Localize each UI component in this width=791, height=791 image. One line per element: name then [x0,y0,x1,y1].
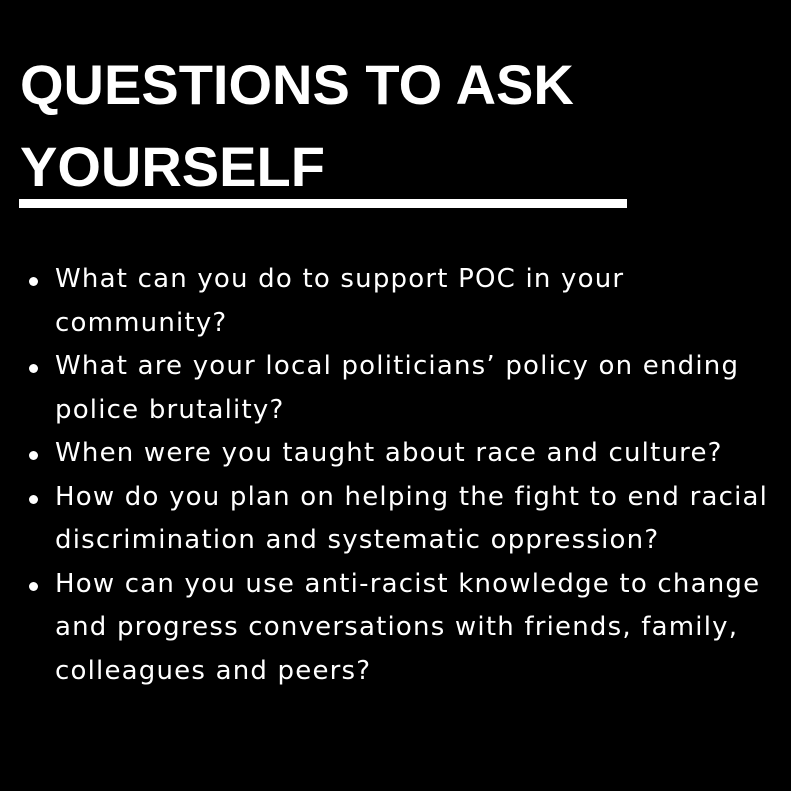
question-text-5: How can you use anti-racist knowledge to… [55,568,761,686]
title-line-2: YOURSELF [20,135,325,198]
question-text-3: When were you taught about race and cult… [55,438,723,468]
questions-slide: QUESTIONS TO ASK YOURSELF What can you d… [0,0,791,791]
question-item-1: What can you do to support POC in your c… [29,258,775,345]
question-list: What can you do to support POC in your c… [29,258,775,694]
title-line-1: QUESTIONS TO ASK [20,53,574,116]
question-text-2: What are your local politicians’ policy … [55,351,740,425]
question-item-3: When were you taught about race and cult… [29,432,775,476]
bullet-icon [29,581,38,591]
bullet-icon [29,494,38,504]
question-text-1: What can you do to support POC in your c… [55,264,625,338]
bullet-icon [29,277,38,286]
question-item-5: How can you use anti-racist knowledge to… [29,563,775,694]
question-item-4: How do you plan on helping the fight to … [29,476,775,563]
title-underline [19,199,627,208]
question-item-2: What are your local politicians’ policy … [29,345,775,432]
bullet-icon [29,364,38,373]
bullet-icon [29,451,38,460]
page-title: QUESTIONS TO ASK YOURSELF [20,44,574,208]
question-text-4: How do you plan on helping the fight to … [55,481,769,556]
